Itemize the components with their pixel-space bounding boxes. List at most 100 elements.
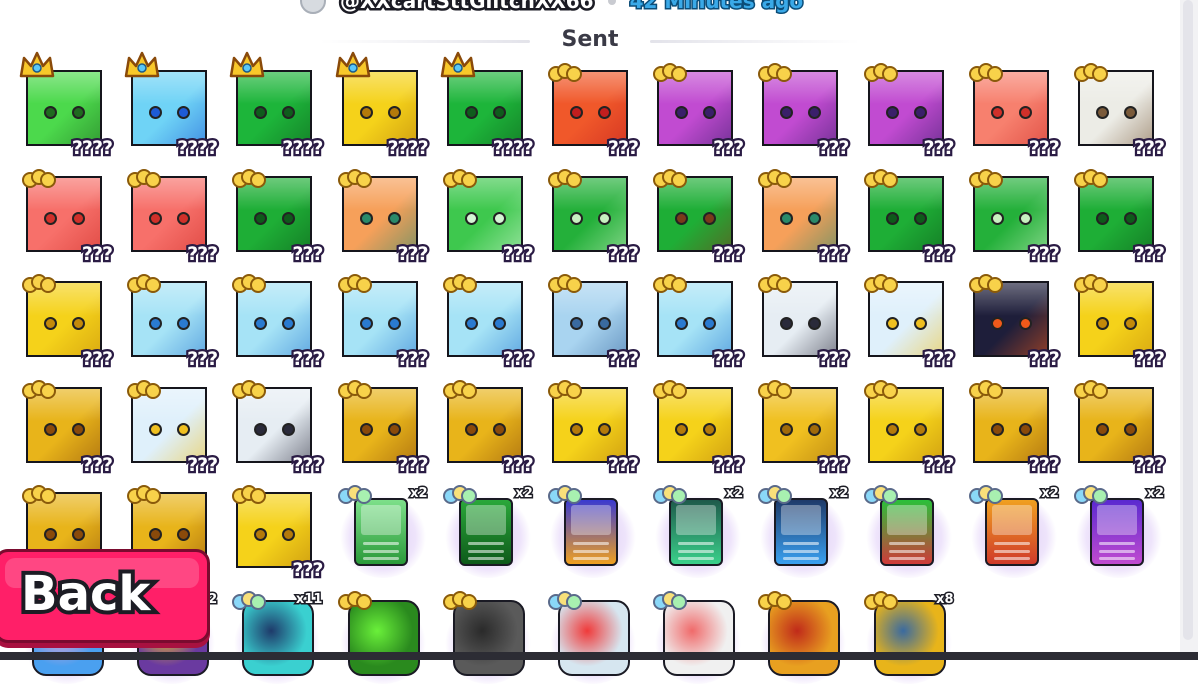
gold-tier-icon (863, 379, 898, 401)
item-slot[interactable] (544, 590, 642, 686)
item-slot[interactable] (649, 590, 747, 686)
gold-tier-icon (442, 590, 477, 612)
item-slot[interactable]: ???? (18, 51, 116, 160)
pet-eye-left (990, 106, 1004, 119)
gold-tier-icon (1074, 273, 1108, 295)
item-slot[interactable]: ???? (439, 51, 537, 160)
item-slot[interactable] (334, 590, 432, 686)
item-slot[interactable]: ??? (123, 379, 221, 478)
item-slot[interactable]: ??? (334, 379, 432, 477)
pet-eye-left (149, 211, 163, 225)
item-slot[interactable]: ??? (544, 168, 642, 266)
item-slot[interactable]: ??? (860, 273, 958, 371)
item-slot[interactable]: ??? (649, 62, 747, 160)
item-slot[interactable]: ??? (1070, 379, 1168, 477)
gold-tier-icon (232, 379, 267, 401)
item-slot[interactable]: ??? (860, 62, 958, 160)
pet-eye-left (359, 211, 373, 225)
item-slot[interactable]: ??? (334, 168, 432, 266)
pet-eye-right (1018, 106, 1032, 119)
item-slot[interactable]: ??? (18, 273, 116, 371)
gold-tier-icon (968, 168, 1003, 190)
scrollbar-thumb[interactable] (1183, 0, 1193, 640)
item-slot[interactable]: ??? (544, 379, 642, 477)
item-slot[interactable]: ??? (439, 168, 537, 266)
user-avatar[interactable] (300, 0, 326, 14)
gold-tier-icon (758, 273, 793, 295)
pet-eye-left (990, 422, 1004, 436)
pet-eye-right (72, 211, 85, 225)
item-slot[interactable]: ??? (334, 273, 432, 371)
trade-username[interactable]: @XXcartSttGlitchXX66 (338, 0, 597, 16)
item-slot[interactable]: x2 (649, 484, 747, 580)
item-slot[interactable]: ??? (860, 168, 958, 266)
item-slot[interactable]: ??? (965, 379, 1063, 477)
gold-tier-icon (337, 168, 372, 190)
item-slot[interactable]: ??? (965, 168, 1063, 266)
item-quantity: ??? (290, 453, 326, 478)
item-slot[interactable] (754, 590, 852, 686)
item-slot[interactable]: ??? (860, 379, 958, 477)
item-slot[interactable]: x8 (860, 590, 958, 686)
item-quantity: ??? (185, 347, 221, 372)
item-quantity: ???? (175, 136, 221, 161)
item-slot[interactable]: ??? (965, 62, 1063, 160)
item-quantity: ??? (816, 347, 852, 372)
card-text-line (1099, 542, 1135, 546)
item-slot[interactable]: ??? (123, 273, 221, 372)
item-slot[interactable]: ??? (123, 168, 221, 266)
pet-eye-right (913, 106, 927, 119)
pet-eye-right (808, 422, 822, 436)
item-slot[interactable]: x2 (334, 484, 432, 580)
pet-eye-left (780, 422, 794, 436)
gold-tier-icon (653, 379, 688, 401)
pet-eye-right (1124, 106, 1137, 119)
item-slot[interactable]: ??? (1070, 273, 1168, 371)
item-slot[interactable] (544, 484, 642, 580)
gold-tier-icon (337, 379, 372, 401)
item-slot[interactable]: x2 (965, 484, 1063, 580)
item-slot[interactable]: ??? (754, 273, 852, 372)
item-slot[interactable]: ??? (754, 379, 852, 477)
pet-eye-right (72, 528, 85, 542)
item-slot[interactable]: ??? (228, 379, 326, 478)
pet-eye-right (1124, 422, 1137, 436)
item-slot[interactable]: ??? (18, 168, 116, 266)
item-quantity: ??? (290, 347, 326, 372)
item-slot[interactable]: ???? (334, 51, 432, 160)
card-text-line (993, 557, 1030, 561)
item-slot[interactable]: ???? (228, 51, 326, 160)
pet-eye-left (359, 422, 373, 436)
trade-header: @XXcartSttGlitchXX66 42 Minutes ago (300, 0, 805, 16)
item-slot[interactable]: ??? (18, 379, 116, 477)
pet-eye-right (387, 422, 401, 436)
item-slot[interactable]: ??? (439, 273, 537, 371)
item-slot[interactable]: ??? (544, 62, 642, 160)
item-slot[interactable]: x2 (754, 484, 852, 580)
item-slot[interactable]: ??? (649, 273, 747, 371)
item-slot[interactable]: ??? (228, 484, 326, 583)
pet-eye-right (1018, 422, 1032, 436)
item-quantity: ??? (711, 453, 747, 478)
item-slot[interactable]: x11 (228, 590, 326, 686)
item-slot[interactable]: ???? (123, 51, 221, 161)
item-slot[interactable] (860, 484, 958, 580)
item-slot[interactable]: ??? (1070, 168, 1168, 266)
back-button[interactable]: Back (0, 549, 210, 643)
item-slot[interactable]: ??? (649, 168, 747, 266)
item-slot[interactable]: ??? (544, 273, 642, 371)
item-slot[interactable] (439, 590, 537, 686)
item-slot[interactable]: ??? (754, 168, 852, 266)
item-slot[interactable]: ??? (1070, 62, 1168, 160)
item-multiplier: x2 (1145, 485, 1166, 503)
item-slot[interactable]: ??? (228, 273, 326, 372)
item-quantity: ??? (185, 453, 221, 478)
item-slot[interactable]: ??? (754, 62, 852, 160)
item-slot[interactable]: ??? (649, 379, 747, 478)
item-slot[interactable]: ??? (965, 273, 1063, 371)
item-slot[interactable]: x2 (439, 484, 537, 580)
item-slot[interactable]: x2 (1070, 484, 1168, 580)
card-art (1097, 505, 1137, 536)
item-slot[interactable]: ??? (439, 379, 537, 477)
item-slot[interactable]: ??? (228, 168, 326, 266)
